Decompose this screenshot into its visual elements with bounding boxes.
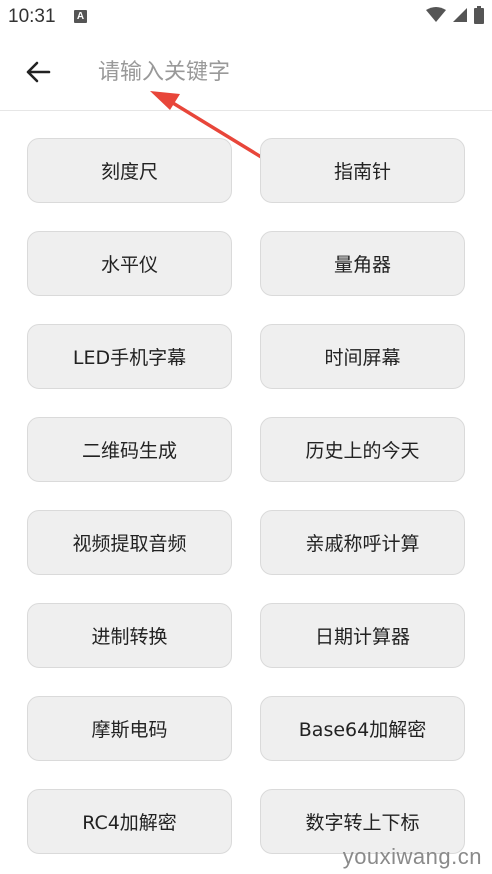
tool-button-base64[interactable]: Base64加解密: [260, 696, 465, 761]
status-time: 10:31: [8, 6, 56, 27]
tool-button-date-calc[interactable]: 日期计算器: [260, 603, 465, 668]
notification-a-icon: A: [74, 10, 87, 23]
back-button[interactable]: [20, 54, 56, 90]
search-bar: [0, 34, 492, 111]
tool-button-ruler[interactable]: 刻度尺: [27, 138, 232, 203]
search-input[interactable]: [98, 52, 458, 92]
tool-button-level[interactable]: 水平仪: [27, 231, 232, 296]
tool-button-video-audio[interactable]: 视频提取音频: [27, 510, 232, 575]
tool-button-time-screen[interactable]: 时间屏幕: [260, 324, 465, 389]
tool-grid: 刻度尺 指南针 水平仪 量角器 LED手机字幕 时间屏幕 二维码生成 历史上的今…: [27, 138, 465, 854]
tool-button-protractor[interactable]: 量角器: [260, 231, 465, 296]
battery-icon: [474, 6, 484, 24]
wifi-icon: [426, 7, 446, 22]
status-bar: 10:31 A: [0, 0, 492, 34]
tool-button-morse[interactable]: 摩斯电码: [27, 696, 232, 761]
tool-button-qrcode[interactable]: 二维码生成: [27, 417, 232, 482]
tool-button-history-today[interactable]: 历史上的今天: [260, 417, 465, 482]
watermark: youxiwang.cn: [342, 844, 482, 869]
signal-icon: [453, 8, 467, 22]
status-icons: [426, 6, 484, 24]
back-arrow-icon: [26, 61, 51, 83]
tool-button-rc4[interactable]: RC4加解密: [27, 789, 232, 854]
tool-button-led-subtitle[interactable]: LED手机字幕: [27, 324, 232, 389]
tool-button-base-convert[interactable]: 进制转换: [27, 603, 232, 668]
tool-button-compass[interactable]: 指南针: [260, 138, 465, 203]
tool-button-relative-calc[interactable]: 亲戚称呼计算: [260, 510, 465, 575]
